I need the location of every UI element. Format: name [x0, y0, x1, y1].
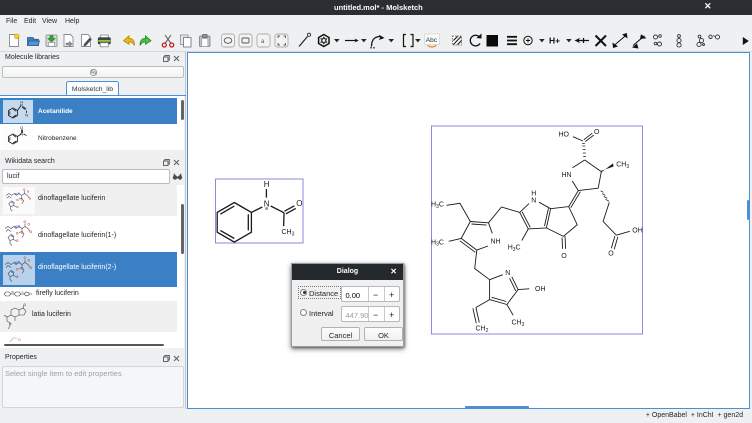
- svg-text:O: O: [18, 338, 21, 342]
- svg-text:O: O: [16, 268, 19, 272]
- svg-text:H3C: H3C: [431, 202, 444, 210]
- svg-text:N: N: [505, 270, 510, 277]
- svg-text:HN: HN: [562, 172, 572, 179]
- svg-text:H+: H+: [549, 36, 560, 46]
- svg-text:O: O: [21, 267, 24, 271]
- svg-text:O: O: [24, 303, 27, 307]
- svg-text:N: N: [18, 225, 21, 229]
- svg-text:Abc: Abc: [426, 37, 438, 44]
- svg-text:N: N: [12, 290, 14, 294]
- svg-text:H: H: [531, 190, 536, 197]
- svg-text:O: O: [24, 256, 27, 260]
- svg-text:H: H: [20, 100, 23, 105]
- svg-text:N: N: [15, 192, 17, 196]
- svg-text:O: O: [30, 266, 33, 270]
- svg-text:O: O: [28, 223, 31, 227]
- svg-text:N: N: [25, 113, 28, 118]
- svg-text:N: N: [20, 132, 23, 137]
- svg-text:N: N: [18, 261, 21, 265]
- svg-text:O: O: [16, 205, 19, 209]
- svg-text:O: O: [28, 259, 31, 263]
- svg-text:N: N: [18, 191, 20, 195]
- svg-text:CH2: CH2: [476, 326, 489, 334]
- svg-text:O: O: [16, 198, 19, 202]
- svg-text:H3C: H3C: [431, 239, 444, 247]
- svg-text:NH: NH: [491, 238, 501, 245]
- svg-text:HO: HO: [559, 132, 570, 139]
- svg-text:O: O: [594, 129, 600, 136]
- svg-text:O: O: [16, 239, 19, 243]
- svg-text:O: O: [16, 232, 19, 236]
- svg-text:N: N: [531, 197, 536, 204]
- svg-text:O: O: [20, 125, 23, 130]
- svg-text:CH3: CH3: [512, 320, 525, 328]
- svg-text:H: H: [264, 180, 270, 189]
- svg-text:O: O: [24, 220, 27, 224]
- svg-text:O: O: [561, 253, 567, 260]
- svg-text:O: O: [16, 275, 19, 279]
- svg-text:O: O: [23, 187, 26, 191]
- svg-text:O: O: [608, 251, 614, 258]
- svg-text:O: O: [29, 197, 32, 201]
- svg-text:O: O: [30, 230, 33, 234]
- svg-text:CH3: CH3: [282, 229, 295, 238]
- svg-text:S: S: [22, 290, 24, 294]
- svg-text:N: N: [12, 200, 14, 204]
- svg-text:OH: OH: [632, 227, 643, 234]
- svg-text:O: O: [9, 322, 12, 326]
- svg-text:O: O: [296, 199, 302, 208]
- svg-text:N: N: [264, 200, 270, 209]
- svg-text:CH3: CH3: [616, 162, 629, 170]
- svg-text:O: O: [27, 190, 30, 194]
- svg-text:OH: OH: [535, 286, 546, 293]
- svg-text:H3C: H3C: [508, 245, 521, 253]
- svg-text:O: O: [21, 231, 24, 235]
